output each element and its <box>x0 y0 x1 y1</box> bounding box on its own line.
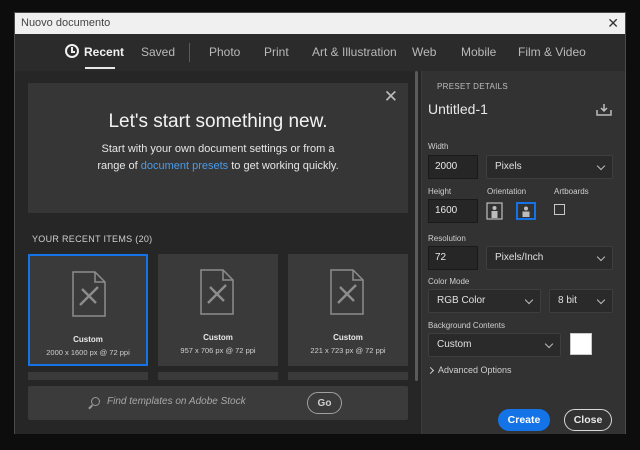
landscape-icon[interactable] <box>516 202 536 220</box>
chevron-down-icon <box>524 295 534 305</box>
bit-depth-dropdown[interactable]: 8 bit <box>549 289 613 313</box>
banner-text-end: to get working quickly. <box>228 160 339 172</box>
search-icon <box>91 397 100 406</box>
tab-recent[interactable]: Recent <box>84 45 124 59</box>
tab-photo[interactable]: Photo <box>209 45 240 59</box>
preset-details-heading: PRESET DETAILS <box>437 82 509 91</box>
recent-item-size: 957 x 706 px @ 72 ppi <box>180 346 256 355</box>
tab-film-video[interactable]: Film & Video <box>518 45 586 59</box>
background-contents-value: Custom <box>437 339 472 350</box>
tab-print[interactable]: Print <box>264 45 289 59</box>
color-mode-dropdown[interactable]: RGB Color <box>428 289 541 313</box>
background-contents-dropdown[interactable]: Custom <box>428 333 561 357</box>
window-title: Nuovo documento <box>21 17 111 29</box>
stock-search-bar: Find templates on Adobe Stock Go <box>28 386 408 420</box>
welcome-banner: ✕ Let's start something new. Start with … <box>28 83 408 213</box>
recent-item-card[interactable]: Custom 221 x 723 px @ 72 ppi <box>288 254 408 366</box>
scrollbar[interactable] <box>415 71 418 381</box>
banner-heading: Let's start something new. <box>108 111 328 132</box>
recent-item-name: Custom <box>203 333 233 342</box>
chevron-down-icon <box>596 161 606 171</box>
preset-details-panel: PRESET DETAILS Untitled-1 Width 2000 Pix… <box>421 71 625 434</box>
banner-close-icon[interactable]: ✕ <box>384 87 398 107</box>
document-name-input[interactable]: Untitled-1 <box>428 101 588 117</box>
close-button[interactable]: Close <box>564 409 612 431</box>
category-tabs: Recent Saved Photo Print Art & Illustrat… <box>15 34 625 71</box>
recent-items-heading: YOUR RECENT ITEMS (20) <box>32 234 152 244</box>
create-button[interactable]: Create <box>498 409 550 431</box>
recent-item-size: 2000 x 1600 px @ 72 ppi <box>46 348 130 357</box>
background-contents-label: Background Contents <box>428 321 505 330</box>
recent-item-card[interactable]: Custom 957 x 706 px @ 72 ppi <box>158 254 278 366</box>
new-document-dialog: Nuovo documento ✕ Recent Saved Photo Pri… <box>14 12 626 434</box>
banner-text: Start with your own document settings or… <box>96 141 340 175</box>
advanced-options-label: Advanced Options <box>438 365 512 375</box>
backdrop: Nuovo documento ✕ Recent Saved Photo Pri… <box>0 0 640 450</box>
chevron-down-icon <box>544 339 554 349</box>
go-button[interactable]: Go <box>307 392 342 414</box>
document-icon <box>72 271 106 317</box>
resolution-input[interactable]: 72 <box>428 246 478 270</box>
document-icon <box>330 269 364 315</box>
document-presets-link[interactable]: document presets <box>141 160 228 172</box>
recent-items-title: YOUR RECENT ITEMS <box>32 234 133 244</box>
chevron-down-icon <box>596 252 606 262</box>
recent-item-card-partial[interactable] <box>288 372 408 380</box>
advanced-options-toggle[interactable]: Advanced Options <box>426 365 512 375</box>
active-tab-indicator <box>85 67 115 69</box>
tab-art-illustration[interactable]: Art & Illustration <box>312 45 397 59</box>
artboards-label: Artboards <box>554 187 589 196</box>
height-input[interactable]: 1600 <box>428 199 478 223</box>
resolution-label: Resolution <box>428 234 466 243</box>
width-input[interactable]: 2000 <box>428 155 478 179</box>
recent-item-card-partial[interactable] <box>28 372 148 380</box>
title-bar: Nuovo documento ✕ <box>15 13 625 34</box>
tab-web[interactable]: Web <box>412 45 436 59</box>
chevron-right-icon <box>426 366 435 375</box>
color-mode-label: Color Mode <box>428 277 470 286</box>
color-mode-value: RGB Color <box>437 295 486 306</box>
height-label: Height <box>428 187 452 196</box>
tab-saved[interactable]: Saved <box>141 45 175 59</box>
artboards-checkbox[interactable] <box>554 204 565 215</box>
recent-item-name: Custom <box>73 335 103 344</box>
width-unit-dropdown[interactable]: Pixels <box>486 155 613 179</box>
width-label: Width <box>428 142 449 151</box>
stock-search-input[interactable]: Find templates on Adobe Stock <box>107 396 246 407</box>
tab-divider <box>189 43 190 62</box>
width-unit-value: Pixels <box>495 161 522 172</box>
portrait-icon[interactable] <box>486 202 503 220</box>
tab-mobile[interactable]: Mobile <box>461 45 496 59</box>
document-icon <box>200 269 234 315</box>
orientation-label: Orientation <box>487 187 527 196</box>
resolution-unit-dropdown[interactable]: Pixels/Inch <box>486 246 613 270</box>
recent-item-card[interactable]: Custom 2000 x 1600 px @ 72 ppi <box>28 254 148 366</box>
save-preset-icon[interactable] <box>596 104 612 116</box>
clock-icon <box>65 44 79 58</box>
bit-depth-value: 8 bit <box>558 295 577 306</box>
chevron-down-icon <box>596 295 606 305</box>
recent-item-name: Custom <box>333 333 363 342</box>
background-color-swatch[interactable] <box>570 333 592 355</box>
recent-item-card-partial[interactable] <box>158 372 278 380</box>
presets-panel: ✕ Let's start something new. Start with … <box>15 71 421 434</box>
recent-items-count: (20) <box>135 234 153 244</box>
recent-item-size: 221 x 723 px @ 72 ppi <box>310 346 386 355</box>
window-close-icon[interactable]: ✕ <box>607 13 619 34</box>
resolution-unit-value: Pixels/Inch <box>495 252 544 263</box>
